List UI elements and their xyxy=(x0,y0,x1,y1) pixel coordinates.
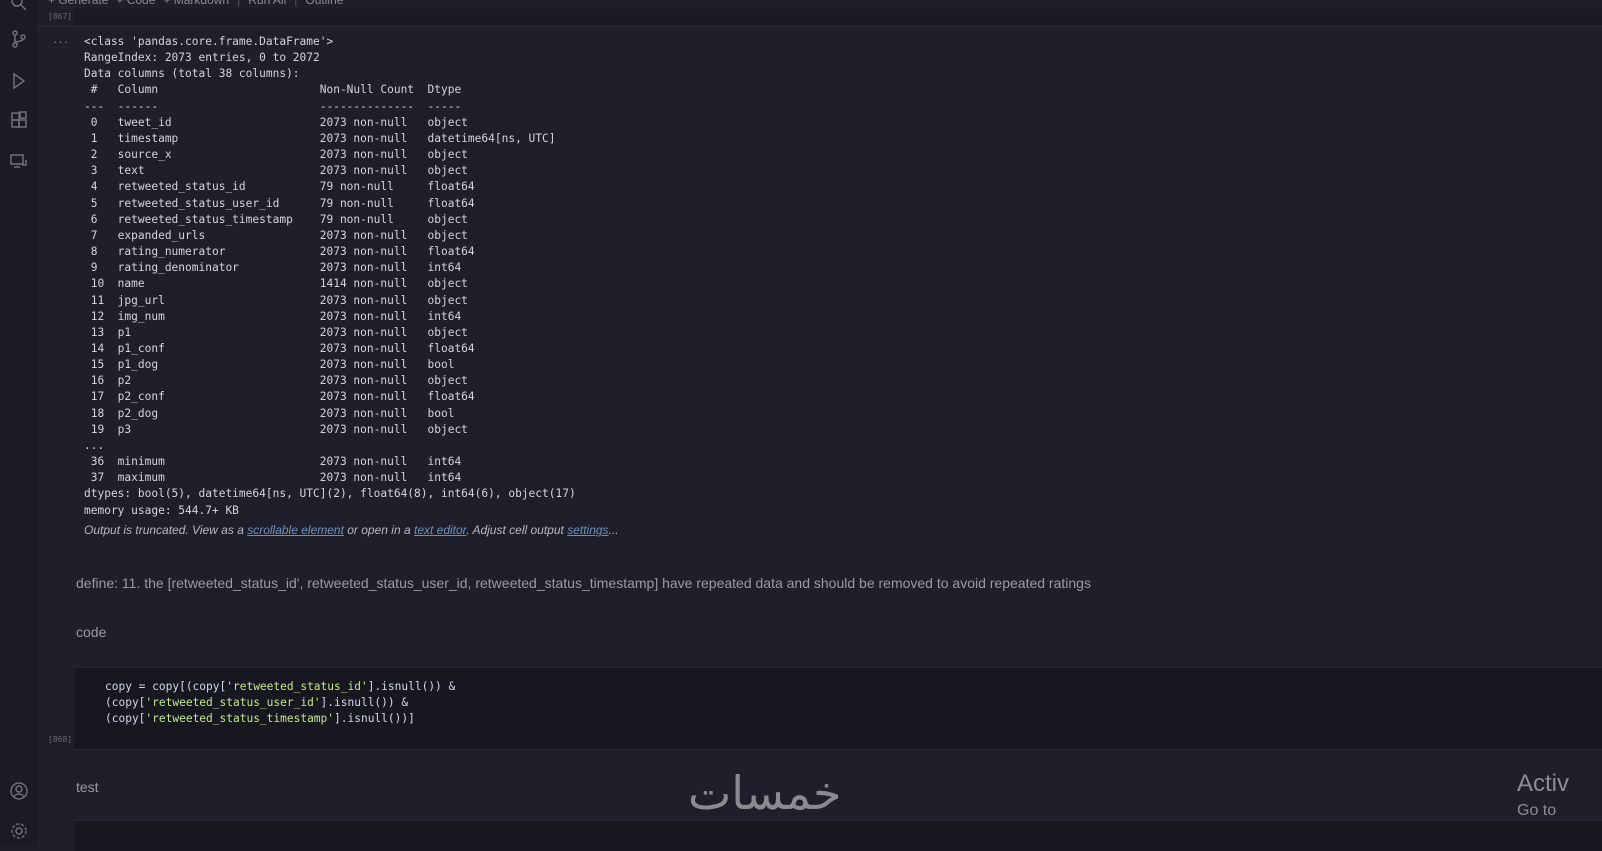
output-line: 9 rating_denominator 2073 non-null int64 xyxy=(90,261,462,275)
output-line: 17 p2_conf 2073 non-null float64 xyxy=(90,390,475,404)
scrollable-element-link[interactable]: scrollable element xyxy=(247,523,344,537)
code-string: 'retweeted_status_user_id' xyxy=(145,696,321,710)
cell-output-text: <class 'pandas.core.frame.DataFrame'> Ra… xyxy=(84,34,576,519)
output-line: 0 tweet_id 2073 non-null object xyxy=(90,115,468,129)
code-string: 'retweeted_status_id' xyxy=(226,680,368,693)
output-line: 1 timestamp 2073 non-null datetime64[ns,… xyxy=(90,131,556,145)
output-line: 18 p2_dog 2073 non-null bool xyxy=(90,406,455,420)
output-actions-menu[interactable]: ··· xyxy=(53,34,69,49)
settings-icon[interactable] xyxy=(8,820,30,842)
output-line: ... xyxy=(84,438,105,452)
code-string: 'retweeted_status_timestamp' xyxy=(145,712,335,726)
toolbar-separator: | xyxy=(237,0,241,7)
text-editor-link[interactable]: text editor xyxy=(414,523,466,537)
output-line: 12 img_num 2073 non-null int64 xyxy=(90,309,462,323)
output-line: 5 retweeted_status_user_id 79 non-null f… xyxy=(90,196,475,210)
outline-button[interactable]: Outline xyxy=(305,0,343,9)
cell-divider xyxy=(38,26,1602,27)
output-line: 2 source_x 2073 non-null object xyxy=(90,148,468,162)
output-line: 7 expanded_urls 2073 non-null object xyxy=(90,228,468,242)
trunc-text: or open in a xyxy=(343,523,414,537)
output-line: 10 name 1414 non-null object xyxy=(90,277,468,291)
run-debug-icon[interactable] xyxy=(8,70,30,92)
output-line: 16 p2 2073 non-null object xyxy=(90,374,468,388)
code-token: ].isnull())] xyxy=(334,712,415,726)
output-line: 36 minimum 2073 non-null int64 xyxy=(90,455,462,469)
settings-link[interactable]: settings xyxy=(567,523,608,537)
output-line: 13 p1 2073 non-null object xyxy=(90,325,468,339)
extensions-icon[interactable] xyxy=(8,110,30,132)
output-line: 6 retweeted_status_timestamp 79 non-null… xyxy=(90,212,468,226)
generate-button[interactable]: + Generate xyxy=(48,0,108,9)
output-line: memory usage: 544.7+ KB xyxy=(84,503,239,517)
code-token: copy = copy[(copy[ xyxy=(105,680,227,693)
notebook-toolbar: + Generate + Code + Markdown | Run All |… xyxy=(48,0,343,9)
markdown-define-text: define: 11. the [retweeted_status_id', r… xyxy=(76,575,1091,591)
execution-count: [868] xyxy=(48,735,73,744)
output-line: 15 p1_dog 2073 non-null bool xyxy=(90,358,455,372)
add-markdown-button[interactable]: + Markdown xyxy=(163,0,229,9)
output-line: 19 p3 2073 non-null object xyxy=(90,422,468,436)
code-token: ].isnull()) & xyxy=(367,680,456,693)
source-control-icon[interactable] xyxy=(8,28,30,50)
watermark-logo: خمسات xyxy=(688,766,842,820)
output-line: --- ------ -------------- ----- xyxy=(84,99,462,113)
output-line: dtypes: bool(5), datetime64[ns, UTC](2),… xyxy=(84,487,576,501)
output-line: # Column Non-Null Count Dtype xyxy=(90,83,462,97)
code-editor[interactable]: copy = copy[(copy['retweeted_status_id']… xyxy=(105,679,455,728)
trunc-text: ... xyxy=(608,523,619,537)
markdown-test-heading: test xyxy=(76,779,99,795)
output-line: 14 p1_conf 2073 non-null float64 xyxy=(90,341,475,355)
previous-code-cell[interactable] xyxy=(74,9,1602,25)
trunc-text: . Adjust cell output xyxy=(466,523,568,537)
activate-title: Activ xyxy=(1517,770,1570,797)
add-code-button[interactable]: + Code xyxy=(116,0,155,9)
output-line: RangeIndex: 2073 entries, 0 to 2072 xyxy=(84,51,320,65)
output-line: Data columns (total 38 columns): xyxy=(84,67,300,81)
output-line: 11 jpg_url 2073 non-null object xyxy=(90,293,468,307)
output-line: 4 retweeted_status_id 79 non-null float6… xyxy=(90,180,475,194)
toolbar-separator: | xyxy=(294,0,298,7)
activate-subtitle: Go to xyxy=(1517,802,1557,819)
output-line: 37 maximum 2073 non-null int64 xyxy=(90,471,462,485)
code-token: (copy[ xyxy=(105,712,146,726)
output-line: 8 rating_numerator 2073 non-null float64 xyxy=(90,245,475,259)
account-icon[interactable] xyxy=(8,780,30,802)
activate-windows-notice: Activ Go to xyxy=(1517,770,1569,820)
run-all-button[interactable]: Run All xyxy=(248,0,286,9)
activity-bar xyxy=(0,0,39,846)
remote-explorer-icon[interactable] xyxy=(8,150,30,172)
execution-count: [867] xyxy=(48,12,73,21)
output-line: 3 text 2073 non-null object xyxy=(90,164,468,178)
code-token: (copy[ xyxy=(105,696,146,710)
trunc-text: Output is truncated. View as a xyxy=(84,523,248,537)
output-truncated-notice: Output is truncated. View as a scrollabl… xyxy=(84,523,619,537)
markdown-code-heading: code xyxy=(76,624,107,640)
code-token: ].isnull()) & xyxy=(320,696,409,710)
search-icon[interactable] xyxy=(8,0,30,14)
output-line: <class 'pandas.core.frame.DataFrame'> xyxy=(84,35,334,48)
next-code-cell[interactable] xyxy=(74,820,1602,851)
